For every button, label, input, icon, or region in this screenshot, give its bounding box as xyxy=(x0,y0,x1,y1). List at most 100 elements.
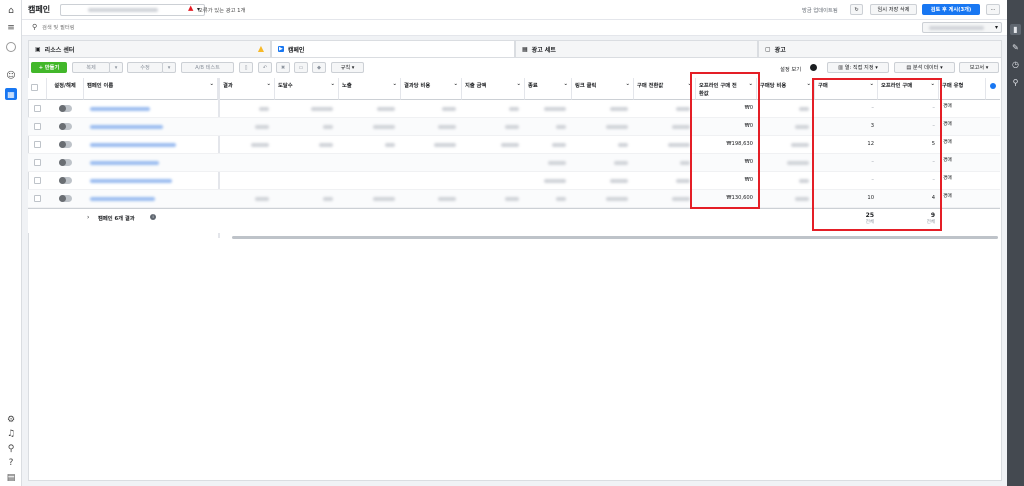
smile-icon[interactable]: ☺ xyxy=(5,70,17,82)
row-checkbox[interactable] xyxy=(34,123,41,130)
blurred-value xyxy=(556,197,566,201)
search-icon[interactable]: ⚲ xyxy=(5,443,17,455)
tab-resource-center[interactable]: ▣ 리소스 센터 ▲ xyxy=(28,40,271,57)
sort-icon: ⌄ xyxy=(625,81,630,87)
blurred-value xyxy=(680,161,690,165)
blurred-value xyxy=(323,197,333,201)
row-checkbox[interactable] xyxy=(34,177,41,184)
blurred-value xyxy=(556,125,566,129)
reports-button[interactable]: 보고서 ▾ xyxy=(959,62,999,73)
bell-icon[interactable]: ♫ xyxy=(5,428,17,440)
home-icon[interactable]: ⌂ xyxy=(5,5,17,17)
error-text[interactable]: 오류가 있는 광고 1개 xyxy=(198,6,245,14)
col-header-purchase-type[interactable]: 구매 유형 xyxy=(939,78,986,100)
clock-icon[interactable]: ◷ xyxy=(1010,59,1021,70)
tab-campaigns[interactable]: ▶ 캠페인 xyxy=(271,40,515,57)
blurred-value xyxy=(672,197,690,201)
campaign-name-link[interactable] xyxy=(90,143,176,147)
summary-label: 캠페인 6개 결과 xyxy=(98,216,135,222)
more-button[interactable]: ··· xyxy=(986,4,1000,15)
search-input[interactable] xyxy=(42,22,902,33)
campaign-toggle[interactable] xyxy=(59,105,72,112)
grid-icon[interactable]: ▦ xyxy=(5,88,17,100)
duplicate-dropdown[interactable]: ▾ xyxy=(109,62,123,73)
chart-icon[interactable]: ▮ xyxy=(1010,24,1021,35)
blurred-value xyxy=(259,107,269,111)
settings-view-toggle[interactable] xyxy=(810,64,817,71)
help-icon[interactable]: ? xyxy=(5,457,17,469)
create-button[interactable]: + 만들기 xyxy=(31,62,67,73)
campaign-name-link[interactable] xyxy=(90,179,172,183)
col-header-cost-per-purchase[interactable]: 구매당 비용 ⌄ xyxy=(757,78,815,100)
col-header-amount-spent[interactable]: 지출 금액 ⌄ xyxy=(462,78,525,100)
purchase-type-cell: 경매 xyxy=(943,140,952,145)
campaign-toggle[interactable] xyxy=(59,123,72,130)
pencil-icon[interactable]: ✎ xyxy=(1010,42,1021,53)
campaign-name-link[interactable] xyxy=(90,107,150,111)
duplicate-button[interactable]: 복제 xyxy=(72,62,110,73)
row-checkbox[interactable] xyxy=(34,159,41,166)
select-all-checkbox[interactable] xyxy=(31,84,38,91)
tag-button[interactable]: ◆ xyxy=(312,62,326,73)
chevron-down-icon: ▾ xyxy=(985,64,989,71)
refresh-button[interactable]: ↻ xyxy=(850,4,863,15)
blurred-value xyxy=(505,125,519,129)
col-header-toggle[interactable]: 설정/해제 xyxy=(47,78,84,100)
blurred-value xyxy=(311,107,333,111)
purchase-type-cell: 경매 xyxy=(943,122,952,127)
col-header-name[interactable]: 캠페인 이름 ⌄ xyxy=(84,78,218,100)
col-header-reach[interactable]: 도달수 ⌄ xyxy=(275,78,339,100)
delete-button[interactable]: ✖ xyxy=(276,62,290,73)
col-header-cost-per-result[interactable]: 결과당 비용 ⌄ xyxy=(401,78,462,100)
horizontal-scrollbar[interactable] xyxy=(232,236,998,239)
row-checkbox[interactable] xyxy=(34,105,41,112)
add-column-header[interactable] xyxy=(986,78,1000,100)
folder-icon: ▣ xyxy=(35,45,41,53)
report-icon[interactable]: ▤ xyxy=(5,472,17,484)
row-checkbox[interactable] xyxy=(34,195,41,202)
undo-button[interactable]: ↶ xyxy=(258,62,272,73)
campaign-toggle[interactable] xyxy=(59,195,72,202)
campaign-toggle[interactable] xyxy=(59,159,72,166)
row-checkbox[interactable] xyxy=(34,141,41,148)
menu-icon[interactable]: ≡ xyxy=(5,22,17,34)
blurred-value xyxy=(676,179,690,183)
expand-icon[interactable]: › xyxy=(87,214,89,221)
blurred-value xyxy=(544,179,566,183)
tab-ads[interactable]: ▢ 광고 xyxy=(758,40,1002,57)
campaign-name-link[interactable] xyxy=(90,125,163,129)
campaign-name-link[interactable] xyxy=(90,161,159,165)
breakdown-button[interactable]: ▤ 분석 데이터 ▾ xyxy=(894,62,955,73)
col-header-ends[interactable]: 종료 ⌄ xyxy=(525,78,572,100)
gear-icon[interactable]: ⚙ xyxy=(5,414,17,426)
publish-button[interactable]: 검토 후 게시(3개) xyxy=(922,4,980,15)
edit-button[interactable]: 수정 xyxy=(127,62,163,73)
blurred-value xyxy=(610,107,628,111)
edit-dropdown[interactable]: ▾ xyxy=(162,62,176,73)
col-header-results[interactable]: 결과 ⌄ xyxy=(220,78,275,100)
columns-button[interactable]: ▥ 열: 직접 지정 ▾ xyxy=(827,62,889,73)
campaign-toggle[interactable] xyxy=(59,177,72,184)
date-range-selector[interactable]: ▾ xyxy=(922,22,1002,33)
ab-test-button[interactable]: A/B 테스트 xyxy=(181,62,234,73)
account-selector[interactable]: ▾ xyxy=(60,4,205,16)
refresh-icon: ↻ xyxy=(854,6,859,13)
zoom-icon[interactable]: ⚲ xyxy=(1010,77,1021,88)
account-icon[interactable] xyxy=(5,41,17,53)
left-nav: ⌂ ≡ ☺ ▦ ⚙ ♫ ⚲ ? ▤ xyxy=(0,0,22,486)
rules-button[interactable]: 규칙 ▾ xyxy=(331,62,364,73)
updated-text: 방금 업데이트됨 xyxy=(802,8,838,14)
col-header-purchase-value[interactable]: 구매 전환값 ⌄ xyxy=(634,78,696,100)
preview-button[interactable]: ▭ xyxy=(294,62,308,73)
col-header-impressions[interactable]: 노출 ⌄ xyxy=(339,78,401,100)
search-icon: ⚲ xyxy=(32,23,38,31)
discard-drafts-button[interactable]: 임시 저장 삭제 xyxy=(870,4,917,15)
col-header-link-clicks[interactable]: 링크 클릭 ⌄ xyxy=(572,78,634,100)
campaign-name-link[interactable] xyxy=(90,197,155,201)
campaign-toggle[interactable] xyxy=(59,141,72,148)
folder-icon: ▶ xyxy=(278,46,284,52)
blurred-value xyxy=(787,161,809,165)
clipboard-button[interactable]: ▯ xyxy=(239,62,253,73)
tab-ad-sets[interactable]: ▦ 광고 세트 xyxy=(515,40,758,57)
info-icon[interactable]: i xyxy=(150,214,156,220)
